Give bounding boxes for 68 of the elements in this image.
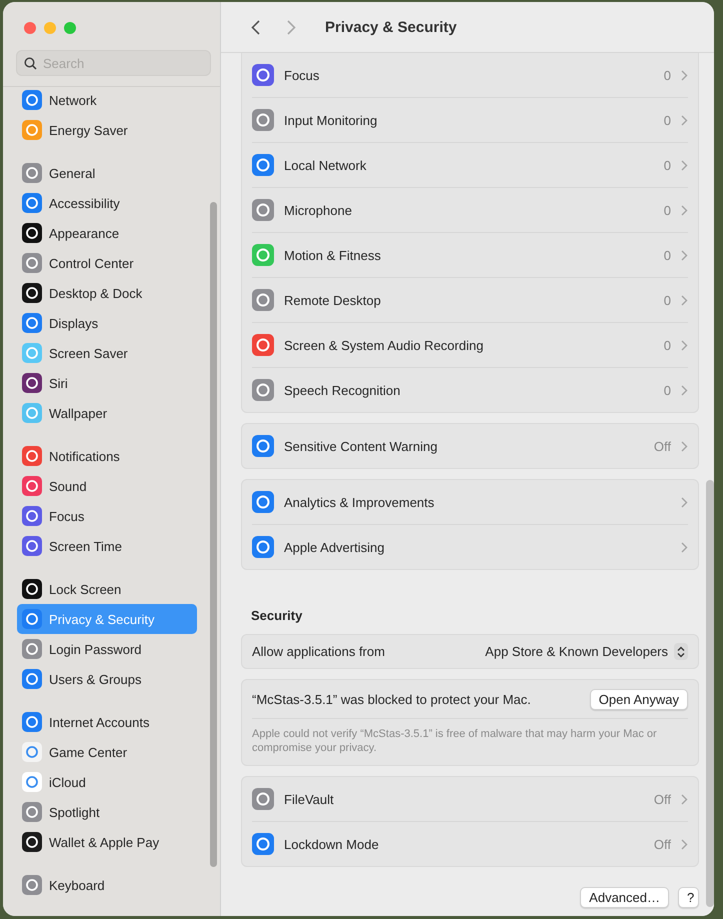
advanced-button[interactable]: Advanced… <box>580 887 669 908</box>
chevron-icon <box>681 294 688 306</box>
chevron-icon <box>681 542 688 552</box>
sidebar-item[interactable]: Keyboard <box>17 870 197 900</box>
sidebar-item[interactable]: Sound <box>17 471 197 501</box>
sidebar-item[interactable]: Screen Time <box>17 531 197 561</box>
settings-row[interactable]: Focus 0 <box>252 53 688 97</box>
stepper-icon <box>677 646 685 658</box>
sidebar-item[interactable]: Appearance <box>17 218 197 248</box>
chevron-icon <box>681 70 688 80</box>
chevron-icon <box>681 838 688 850</box>
sidebar-item[interactable]: Focus <box>17 501 197 531</box>
chevron-icon <box>681 384 688 396</box>
sidebar-item[interactable]: Game Center <box>17 737 197 767</box>
scrollbar-thumb[interactable] <box>210 202 217 867</box>
settings-row[interactable]: Sensitive Content Warning Off <box>252 424 688 468</box>
settings-row[interactable]: FileVault Off <box>252 777 688 821</box>
window-title: Privacy & Security <box>325 18 457 36</box>
blocked-message: “McStas-3.5.1” was blocked to protect your Mac. <box>252 692 532 706</box>
chevron-icon <box>681 114 688 126</box>
settings-row[interactable]: Apple Advertising <box>252 524 688 569</box>
zoom-button[interactable] <box>64 22 76 34</box>
sidebar-item[interactable]: Displays <box>17 308 197 338</box>
settings-row[interactable]: Remote Desktop 0 <box>252 277 688 322</box>
scrollbar-thumb[interactable] <box>706 480 714 907</box>
chevron-icon <box>681 794 688 804</box>
sidebar-item[interactable]: Network <box>17 85 197 115</box>
section-heading: Security <box>251 608 304 623</box>
sidebar-item[interactable]: Users & Groups <box>17 664 197 694</box>
chevron-icon <box>286 20 296 34</box>
sidebar-item[interactable]: Login Password <box>17 634 197 664</box>
sidebar-item[interactable]: Accessibility <box>17 188 197 218</box>
sidebar-item[interactable]: General <box>17 158 197 188</box>
sidebar-item[interactable]: Wallet & Apple Pay <box>17 827 197 857</box>
settings-row[interactable]: Screen & System Audio Recording 0 <box>252 322 688 367</box>
chevron-icon <box>681 204 688 216</box>
sidebar-item[interactable]: iCloud <box>17 767 197 797</box>
sidebar-item[interactable]: Energy Saver <box>17 115 197 145</box>
sidebar-item[interactable]: Internet Accounts <box>17 707 197 737</box>
settings-row[interactable]: Local Network 0 <box>252 142 688 187</box>
sidebar-item[interactable]: Siri <box>17 368 197 398</box>
sidebar-item[interactable]: Desktop & Dock <box>17 278 197 308</box>
sidebar-item[interactable]: Lock Screen <box>17 574 197 604</box>
chevron-icon <box>250 20 260 34</box>
chevron-icon <box>681 440 688 452</box>
chevron-icon <box>681 496 688 508</box>
sidebar-item[interactable]: Notifications <box>17 441 197 471</box>
close-button[interactable] <box>24 22 36 34</box>
sidebar-item[interactable]: Wallpaper <box>17 398 197 428</box>
open-anyway-button[interactable]: Open Anyway <box>590 688 688 710</box>
search-icon <box>24 57 37 70</box>
row-label: Allow applications from <box>252 644 386 659</box>
settings-row[interactable]: Microphone 0 <box>252 187 688 232</box>
settings-row[interactable]: Motion & Fitness 0 <box>252 232 688 277</box>
settings-row[interactable]: Speech Recognition 0 <box>252 367 688 412</box>
settings-row[interactable]: Analytics & Improvements <box>252 480 688 524</box>
chevron-icon <box>681 340 688 350</box>
minimize-button[interactable] <box>44 22 56 34</box>
sidebar-item[interactable]: Spotlight <box>17 797 197 827</box>
warning-detail: Apple could not verify “McStas-3.5.1” is free of malware that may harm your Mac or compromise your privacy. <box>252 727 658 756</box>
settings-row[interactable]: Input Monitoring 0 <box>252 97 688 142</box>
settings-row[interactable]: Lockdown Mode Off <box>252 821 688 866</box>
help-button[interactable]: ? <box>678 887 699 908</box>
sidebar-item[interactable]: Control Center <box>17 248 197 278</box>
popup-button[interactable]: App Store & Known Developers <box>485 643 688 660</box>
sidebar-item[interactable]: Screen Saver <box>17 338 197 368</box>
chevron-icon <box>681 250 688 260</box>
chevron-icon <box>681 160 688 170</box>
